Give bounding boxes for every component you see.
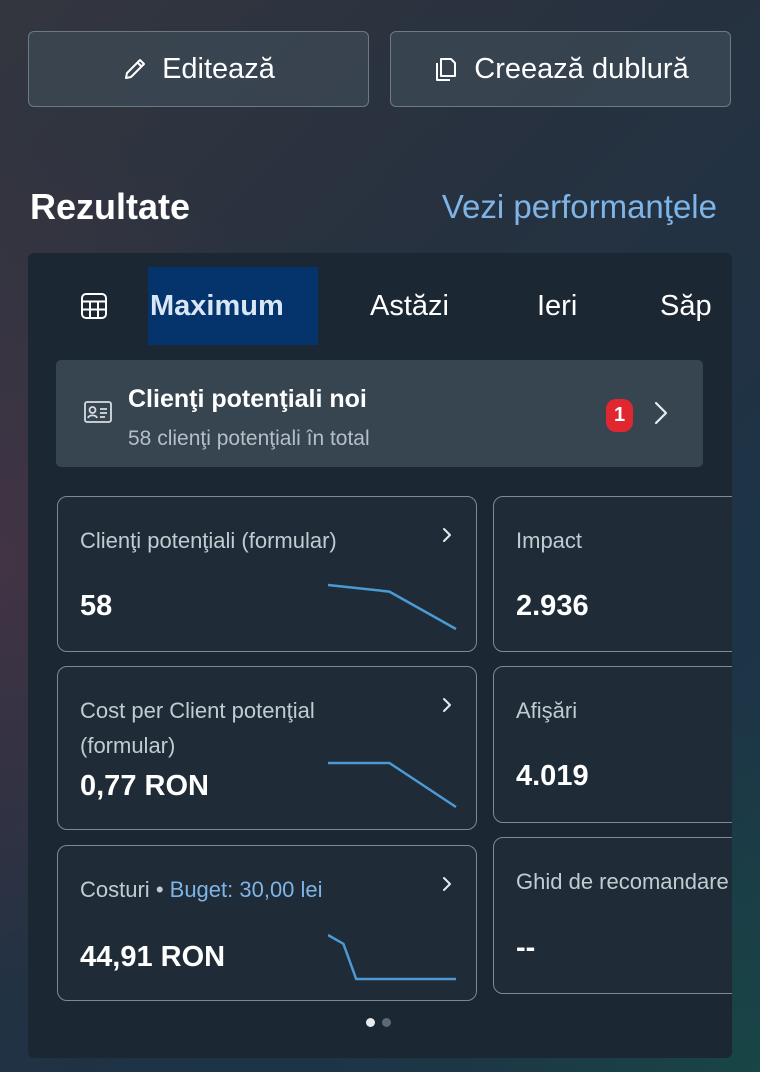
sparkline-chart — [328, 583, 457, 631]
new-leads-subtitle: 58 clienţi potenţiali în total — [128, 427, 370, 450]
edit-button[interactable]: Editează — [28, 31, 369, 107]
metric-value: 2.936 — [516, 590, 589, 622]
view-performance-link[interactable]: Vezi performanţele — [442, 187, 717, 227]
table-icon[interactable] — [80, 292, 108, 325]
notification-badge: 1 — [606, 399, 633, 432]
metric-card-recommendation-guide[interactable]: Ghid de recomandare -- — [493, 837, 732, 994]
metric-card-impact[interactable]: Impact 2.936 — [493, 496, 732, 652]
chevron-right-icon — [442, 527, 452, 548]
date-range-tabs: Maximum Astăzi Ieri Săp — [28, 267, 712, 345]
chevron-right-icon — [654, 401, 668, 430]
sparkline-chart — [328, 933, 456, 981]
separator: • — [155, 877, 164, 902]
metric-label: Costuri • Buget: 30,00 lei — [80, 872, 323, 907]
copy-icon — [432, 55, 460, 83]
duplicate-button[interactable]: Creează dublură — [390, 31, 731, 107]
metric-card-cost-per-lead[interactable]: Cost per Client potenţial (formular) 0,7… — [57, 666, 477, 830]
chevron-right-icon — [442, 697, 452, 718]
pager-dots — [366, 1018, 391, 1027]
metric-value: 0,77 RON — [80, 770, 209, 802]
pager-dot[interactable] — [366, 1018, 375, 1027]
new-leads-card[interactable]: Clienţi potenţiali noi 58 clienţi potenţ… — [56, 360, 703, 467]
metric-value: 44,91 RON — [80, 941, 226, 973]
chevron-right-icon — [442, 876, 452, 897]
results-title: Rezultate — [30, 186, 191, 227]
duplicate-button-label: Creează dublură — [474, 52, 689, 85]
costs-label: Costuri — [80, 877, 150, 902]
metric-card-impressions[interactable]: Afişări 4.019 — [493, 666, 732, 823]
sparkline-line — [328, 761, 457, 809]
pencil-icon — [122, 56, 148, 82]
tab-today[interactable]: Astăzi — [370, 267, 449, 345]
metric-label: Afişări — [516, 698, 578, 723]
metric-label: Cost per Client potenţial (formular) — [80, 698, 315, 758]
metric-label: Clienţi potenţiali (formular) — [80, 528, 337, 553]
tab-week[interactable]: Săp — [660, 267, 712, 345]
metric-card-leads[interactable]: Clienţi potenţiali (formular) 58 — [57, 496, 477, 652]
metric-value: 58 — [80, 590, 113, 622]
results-panel: Maximum Astăzi Ieri Săp Clienţi potenţia… — [28, 253, 732, 1058]
sparkline-line — [328, 583, 457, 631]
sparkline-chart — [328, 761, 457, 809]
sparkline-line — [328, 933, 456, 981]
new-leads-title: Clienţi potenţiali noi — [128, 385, 367, 413]
edit-button-label: Editează — [162, 52, 275, 85]
metric-label: Ghid de recomandare — [516, 869, 729, 894]
metric-card-costs[interactable]: Costuri • Buget: 30,00 lei 44,91 RON — [57, 845, 477, 1001]
metric-label: Impact — [516, 528, 583, 553]
budget-link[interactable]: Buget: 30,00 lei — [170, 877, 323, 902]
metric-value: -- — [516, 932, 536, 964]
contact-card-icon — [84, 400, 112, 429]
pager-dot[interactable] — [382, 1018, 391, 1027]
tab-maximum[interactable]: Maximum — [148, 267, 318, 345]
metric-value: 4.019 — [516, 760, 589, 792]
tab-yesterday[interactable]: Ieri — [537, 267, 577, 345]
